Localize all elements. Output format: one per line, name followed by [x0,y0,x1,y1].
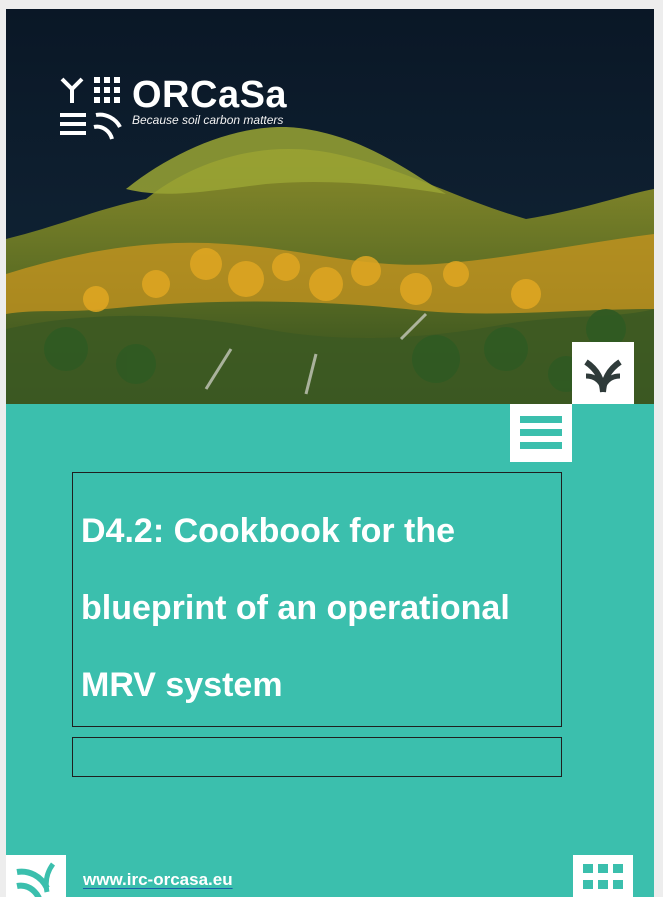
hero-aerial-photo: ORCaSa Because soil carbon matters [6,9,654,404]
orcasa-mark-icon [58,75,126,141]
document-cover: ORCaSa Because soil carbon matters D4.2:… [6,9,654,897]
plant-icon [16,862,56,897]
logo-tagline: Because soil carbon matters [132,113,284,127]
title-box: D4.2: Cookbook for the blueprint of an o… [72,472,562,727]
plant-tile [572,342,634,404]
forest-lake-illustration [6,9,654,404]
footer-grid-tile [573,855,633,897]
orcasa-logo: ORCaSa Because soil carbon matters [58,75,287,141]
logo-name: ORCaSa [132,74,288,116]
document-title: D4.2: Cookbook for the blueprint of an o… [81,512,510,704]
plant-icon [584,359,622,393]
lines-tile [510,404,572,462]
website-link[interactable]: www.irc-orcasa.eu [83,870,233,890]
lines-icon [520,416,562,449]
grid-icon [583,863,623,889]
footer-plant-tile [6,855,66,897]
subtitle-box [72,737,562,777]
